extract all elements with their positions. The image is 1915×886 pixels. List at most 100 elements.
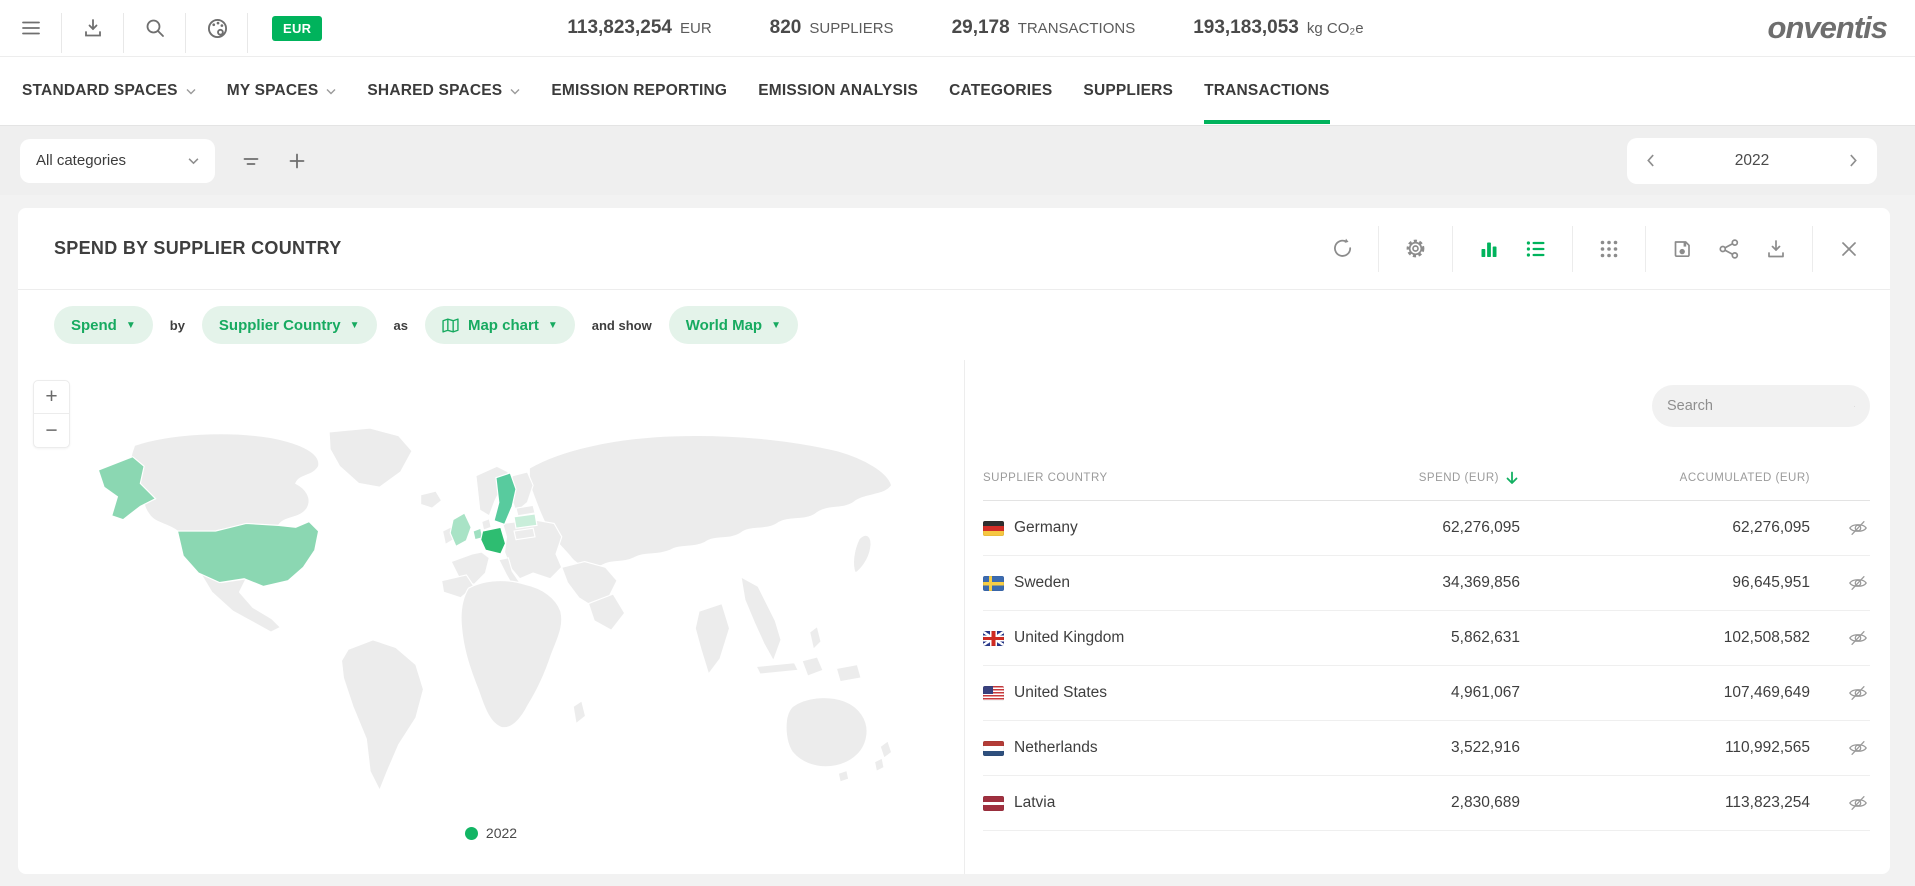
export-button[interactable] bbox=[1765, 238, 1787, 260]
filter-button[interactable] bbox=[241, 151, 261, 171]
tab-transactions[interactable]: TRANSACTIONS bbox=[1204, 57, 1330, 125]
table-row-latvia[interactable]: Latvia 2,830,689 113,823,254 bbox=[983, 776, 1870, 831]
hide-row-button[interactable] bbox=[1810, 518, 1870, 538]
toolbar-divider bbox=[1572, 226, 1573, 272]
theme-button[interactable] bbox=[186, 0, 248, 57]
currency-badge[interactable]: EUR bbox=[272, 16, 322, 41]
column-header-supplier-country[interactable]: SUPPLIER COUNTRY bbox=[983, 472, 1310, 484]
refresh-icon bbox=[1330, 237, 1353, 260]
close-button[interactable] bbox=[1838, 238, 1860, 260]
hide-row-button[interactable] bbox=[1810, 628, 1870, 648]
plus-icon bbox=[287, 151, 307, 171]
map-region-japan bbox=[853, 535, 871, 573]
tab-suppliers[interactable]: SUPPLIERS bbox=[1083, 57, 1173, 125]
tab-shared-spaces[interactable]: SHARED SPACES bbox=[367, 57, 520, 125]
metric-chip[interactable]: Spend▼ bbox=[54, 306, 153, 344]
tab-emission-reporting[interactable]: EMISSION REPORTING bbox=[551, 57, 727, 125]
table-row-united-states[interactable]: United States 4,961,067 107,469,649 bbox=[983, 666, 1870, 721]
category-dropdown[interactable]: All categories bbox=[20, 139, 215, 183]
world-map bbox=[85, 420, 905, 810]
stat-spend-label: EUR bbox=[680, 20, 712, 37]
hide-row-button[interactable] bbox=[1810, 683, 1870, 703]
category-dropdown-value: All categories bbox=[36, 152, 126, 169]
map-region-madagascar bbox=[573, 701, 585, 724]
share-button[interactable] bbox=[1718, 238, 1740, 260]
previous-year-button[interactable] bbox=[1643, 150, 1659, 171]
refresh-button[interactable] bbox=[1330, 237, 1353, 260]
eye-off-icon bbox=[1848, 683, 1868, 703]
apps-grid-button[interactable] bbox=[1598, 238, 1620, 260]
tab-my-spaces[interactable]: MY SPACES bbox=[227, 57, 337, 125]
search-input[interactable] bbox=[1667, 398, 1854, 414]
map-country-germany[interactable] bbox=[481, 527, 506, 554]
legend-dot bbox=[465, 827, 478, 840]
table-row-netherlands[interactable]: Netherlands 3,522,916 110,992,565 bbox=[983, 721, 1870, 776]
chevron-down-icon: ▼ bbox=[126, 320, 136, 331]
gear-icon bbox=[1404, 237, 1427, 260]
stat-co2-label: kg CO₂e bbox=[1307, 20, 1364, 37]
zoom-in-button[interactable]: + bbox=[34, 381, 69, 414]
stat-suppliers-label: SUPPLIERS bbox=[809, 20, 893, 37]
map-country-united-kingdom[interactable] bbox=[450, 513, 471, 546]
column-header-spend[interactable]: SPEND (EUR) bbox=[1310, 470, 1520, 486]
flag-germany-icon bbox=[983, 521, 1004, 536]
save-button[interactable] bbox=[1671, 238, 1693, 260]
tab-categories[interactable]: CATEGORIES bbox=[949, 57, 1052, 125]
add-widget-button[interactable] bbox=[287, 151, 307, 171]
table-row-united-kingdom[interactable]: United Kingdom 5,862,631 102,508,582 bbox=[983, 611, 1870, 666]
table-search bbox=[1652, 385, 1870, 427]
settings-button[interactable] bbox=[1404, 237, 1427, 260]
map-region-borneo bbox=[802, 657, 823, 676]
flag-united-states-icon bbox=[983, 686, 1004, 701]
map-region-new-zealand bbox=[874, 741, 891, 772]
map-country-sweden[interactable] bbox=[494, 473, 516, 524]
menu-button[interactable] bbox=[0, 0, 62, 57]
eye-off-icon bbox=[1848, 573, 1868, 593]
accumulated-value: 107,469,649 bbox=[1520, 684, 1810, 702]
save-icon bbox=[1671, 238, 1693, 260]
stat-transactions: 29,178TRANSACTIONS bbox=[952, 17, 1136, 39]
table-header: SUPPLIER COUNTRY SPEND (EUR) ACCUMULATED… bbox=[983, 455, 1870, 501]
map-scope-chip-label: World Map bbox=[686, 317, 762, 334]
column-header-label: ACCUMULATED (EUR) bbox=[1680, 472, 1810, 484]
table-row-sweden[interactable]: Sweden 34,369,856 96,645,951 bbox=[983, 556, 1870, 611]
column-header-accumulated[interactable]: ACCUMULATED (EUR) bbox=[1520, 472, 1810, 484]
search-button[interactable] bbox=[124, 0, 186, 57]
tab-standard-spaces[interactable]: STANDARD SPACES bbox=[22, 57, 196, 125]
grid-icon bbox=[1598, 238, 1620, 260]
dimension-chip[interactable]: Supplier Country▼ bbox=[202, 306, 377, 344]
map-country-latvia[interactable] bbox=[514, 514, 537, 528]
map-scope-chip[interactable]: World Map▼ bbox=[669, 306, 798, 344]
map-region-africa bbox=[461, 581, 562, 728]
stat-suppliers: 820SUPPLIERS bbox=[770, 17, 894, 39]
map-country-united-states[interactable] bbox=[177, 522, 318, 587]
download-button[interactable] bbox=[62, 0, 124, 57]
chevron-down-icon: ▼ bbox=[548, 320, 558, 331]
next-year-button[interactable] bbox=[1845, 150, 1861, 171]
chevron-down-icon: ▼ bbox=[350, 320, 360, 331]
search-icon[interactable] bbox=[1854, 397, 1855, 416]
accumulated-value: 110,992,565 bbox=[1520, 739, 1810, 757]
list-icon bbox=[1525, 238, 1547, 260]
tab-emission-analysis[interactable]: EMISSION ANALYSIS bbox=[758, 57, 918, 125]
chevron-down-icon bbox=[186, 88, 196, 95]
hide-row-button[interactable] bbox=[1810, 793, 1870, 813]
list-view-button[interactable] bbox=[1525, 238, 1547, 260]
table-row-germany[interactable]: Germany 62,276,095 62,276,095 bbox=[983, 501, 1870, 556]
hide-row-button[interactable] bbox=[1810, 573, 1870, 593]
spend-value: 2,830,689 bbox=[1310, 794, 1520, 812]
chart-view-button[interactable] bbox=[1478, 238, 1500, 260]
accumulated-value: 62,276,095 bbox=[1520, 519, 1810, 537]
tab-label: EMISSION ANALYSIS bbox=[758, 82, 918, 100]
country-name: Netherlands bbox=[1014, 739, 1098, 757]
query-conjunction: by bbox=[170, 318, 185, 333]
tab-label: SHARED SPACES bbox=[367, 82, 502, 100]
eye-off-icon bbox=[1848, 738, 1868, 758]
tab-label: CATEGORIES bbox=[949, 82, 1052, 100]
query-builder: Spend▼ by Supplier Country▼ as Map chart… bbox=[18, 290, 1890, 360]
chevron-down-icon bbox=[188, 157, 199, 165]
year-selector: 2022 bbox=[1627, 138, 1877, 184]
hide-row-button[interactable] bbox=[1810, 738, 1870, 758]
zoom-out-button[interactable]: − bbox=[34, 414, 69, 447]
visualization-chip[interactable]: Map chart▼ bbox=[425, 306, 575, 344]
